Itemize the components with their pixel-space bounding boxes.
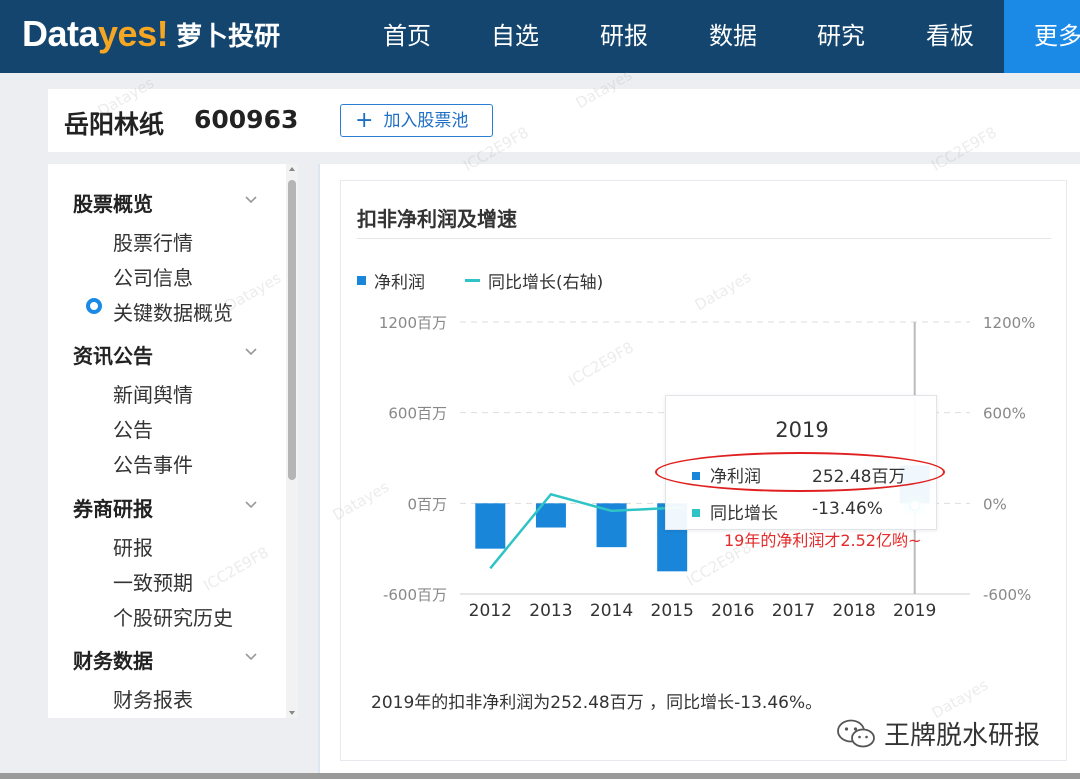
legend-bar-swatch (357, 276, 366, 285)
x-tick-label: 2018 (832, 601, 875, 621)
x-tick-label: 2016 (711, 601, 754, 621)
x-tick-label: 2015 (651, 601, 694, 621)
sidebar-item-financial-statements[interactable]: 财务报表 (113, 684, 193, 713)
y-right-tick-label: 600% (983, 405, 1026, 423)
sidebar: 股票概览 股票行情 公司信息 关键数据概览 资讯公告 新闻舆情 公告 公告事件 … (48, 164, 298, 718)
sidebar-item-company-info[interactable]: 公司信息 (113, 262, 193, 291)
stock-code: 600963 (194, 105, 299, 134)
tooltip-row-yoy-growth: 同比增长 -13.46% (692, 499, 922, 524)
net-profit-bar (475, 503, 506, 549)
x-tick-label: 2012 (469, 601, 512, 621)
nav-item-more[interactable]: 更多 (1004, 0, 1080, 73)
annotation-text: 19年的净利润才2.52亿哟~ (724, 531, 922, 550)
highlight-ellipse (655, 452, 945, 492)
active-indicator-icon (86, 298, 102, 314)
card-divider (357, 238, 1051, 239)
x-tick-label: 2013 (529, 601, 572, 621)
logo-cn-text: 萝卜投研 (176, 21, 281, 52)
nav-item-watchlist[interactable]: 自选 (491, 0, 539, 73)
tooltip-value: -13.46% (812, 499, 883, 519)
wechat-name: 王牌脱水研报 (884, 721, 1041, 751)
bottom-edge (0, 773, 1080, 779)
nav-item-reports[interactable]: 研报 (600, 0, 648, 73)
x-tick-label: 2014 (590, 601, 633, 621)
y-left-tick-label: 1200百万 (379, 314, 447, 332)
nav-item-data[interactable]: 数据 (709, 0, 757, 73)
x-tick-label: 2017 (772, 601, 815, 621)
sidebar-item-consensus[interactable]: 一致预期 (113, 567, 193, 596)
scroll-down-icon[interactable] (289, 711, 295, 715)
logo-data-text: Data (22, 13, 99, 54)
legend-line-swatch (465, 279, 480, 282)
top-navbar: Data yes! 萝卜投研 首页 自选 研报 数据 研究 看板 更多 (0, 0, 1080, 73)
y-left-tick-label: 0百万 (407, 495, 447, 513)
sidebar-group-news[interactable]: 资讯公告 (73, 340, 153, 369)
plus-icon: + (355, 108, 374, 133)
y-right-tick-label: 1200% (983, 314, 1035, 332)
wechat-icon (837, 719, 875, 747)
x-tick-label: 2019 (893, 601, 936, 621)
sidebar-item-research-history[interactable]: 个股研究历史 (113, 602, 233, 631)
sidebar-item-reports[interactable]: 研报 (113, 532, 153, 561)
tooltip-label: 同比增长 (710, 504, 778, 524)
nav-item-research[interactable]: 研究 (817, 0, 865, 73)
nav-item-home[interactable]: 首页 (383, 0, 431, 73)
sidebar-item-announcements[interactable]: 公告 (113, 414, 153, 443)
datayes-logo[interactable]: Data yes! 萝卜投研 (22, 12, 280, 56)
sidebar-group-broker-reports[interactable]: 券商研报 (73, 493, 153, 522)
tooltip-year: 2019 (775, 418, 829, 442)
stock-name: 岳阳林纸 (64, 110, 165, 139)
y-left-tick-label: 600百万 (388, 405, 447, 423)
yoy-growth-line (489, 492, 685, 570)
chart-legend: 净利润 同比增长(右轴) (357, 268, 603, 293)
chevron-down-icon[interactable] (244, 649, 258, 663)
sidebar-group-overview[interactable]: 股票概览 (73, 188, 153, 217)
sidebar-item-news[interactable]: 新闻舆情 (113, 379, 193, 408)
chevron-down-icon[interactable] (244, 192, 258, 206)
sidebar-group-financials[interactable]: 财务数据 (73, 645, 153, 674)
stock-header: 岳阳林纸 600963 + 加入股票池 (48, 89, 1080, 152)
add-to-pool-button[interactable]: + 加入股票池 (340, 104, 493, 137)
tooltip-line-swatch (692, 509, 700, 517)
sidebar-item-key-data[interactable]: 关键数据概览 (113, 297, 233, 326)
sidebar-item-quote[interactable]: 股票行情 (113, 227, 193, 256)
sidebar-scrollbar[interactable] (286, 164, 298, 718)
chevron-down-icon[interactable] (244, 344, 258, 358)
chart-summary: 2019年的扣非净利润为252.48百万 ，同比增长-13.46%。 (371, 693, 823, 713)
y-left-tick-label: -600百万 (383, 586, 447, 604)
y-right-tick-label: -600% (983, 586, 1031, 604)
logo-yes-text: yes! (98, 13, 169, 54)
wechat-brand: 王牌脱水研报 (836, 715, 1040, 752)
chevron-down-icon[interactable] (244, 497, 258, 511)
scrollbar-thumb[interactable] (288, 180, 296, 480)
sidebar-item-announcement-events[interactable]: 公告事件 (113, 449, 193, 478)
add-to-pool-label: 加入股票池 (383, 111, 469, 131)
y-right-tick-label: 0% (983, 495, 1007, 513)
legend-yoy-growth[interactable]: 同比增长(右轴) (488, 268, 603, 293)
legend-net-profit[interactable]: 净利润 (374, 268, 425, 293)
card-title: 扣非净利润及增速 (357, 207, 517, 231)
nav-item-dashboard[interactable]: 看板 (926, 0, 974, 73)
scroll-up-icon[interactable] (289, 167, 295, 171)
